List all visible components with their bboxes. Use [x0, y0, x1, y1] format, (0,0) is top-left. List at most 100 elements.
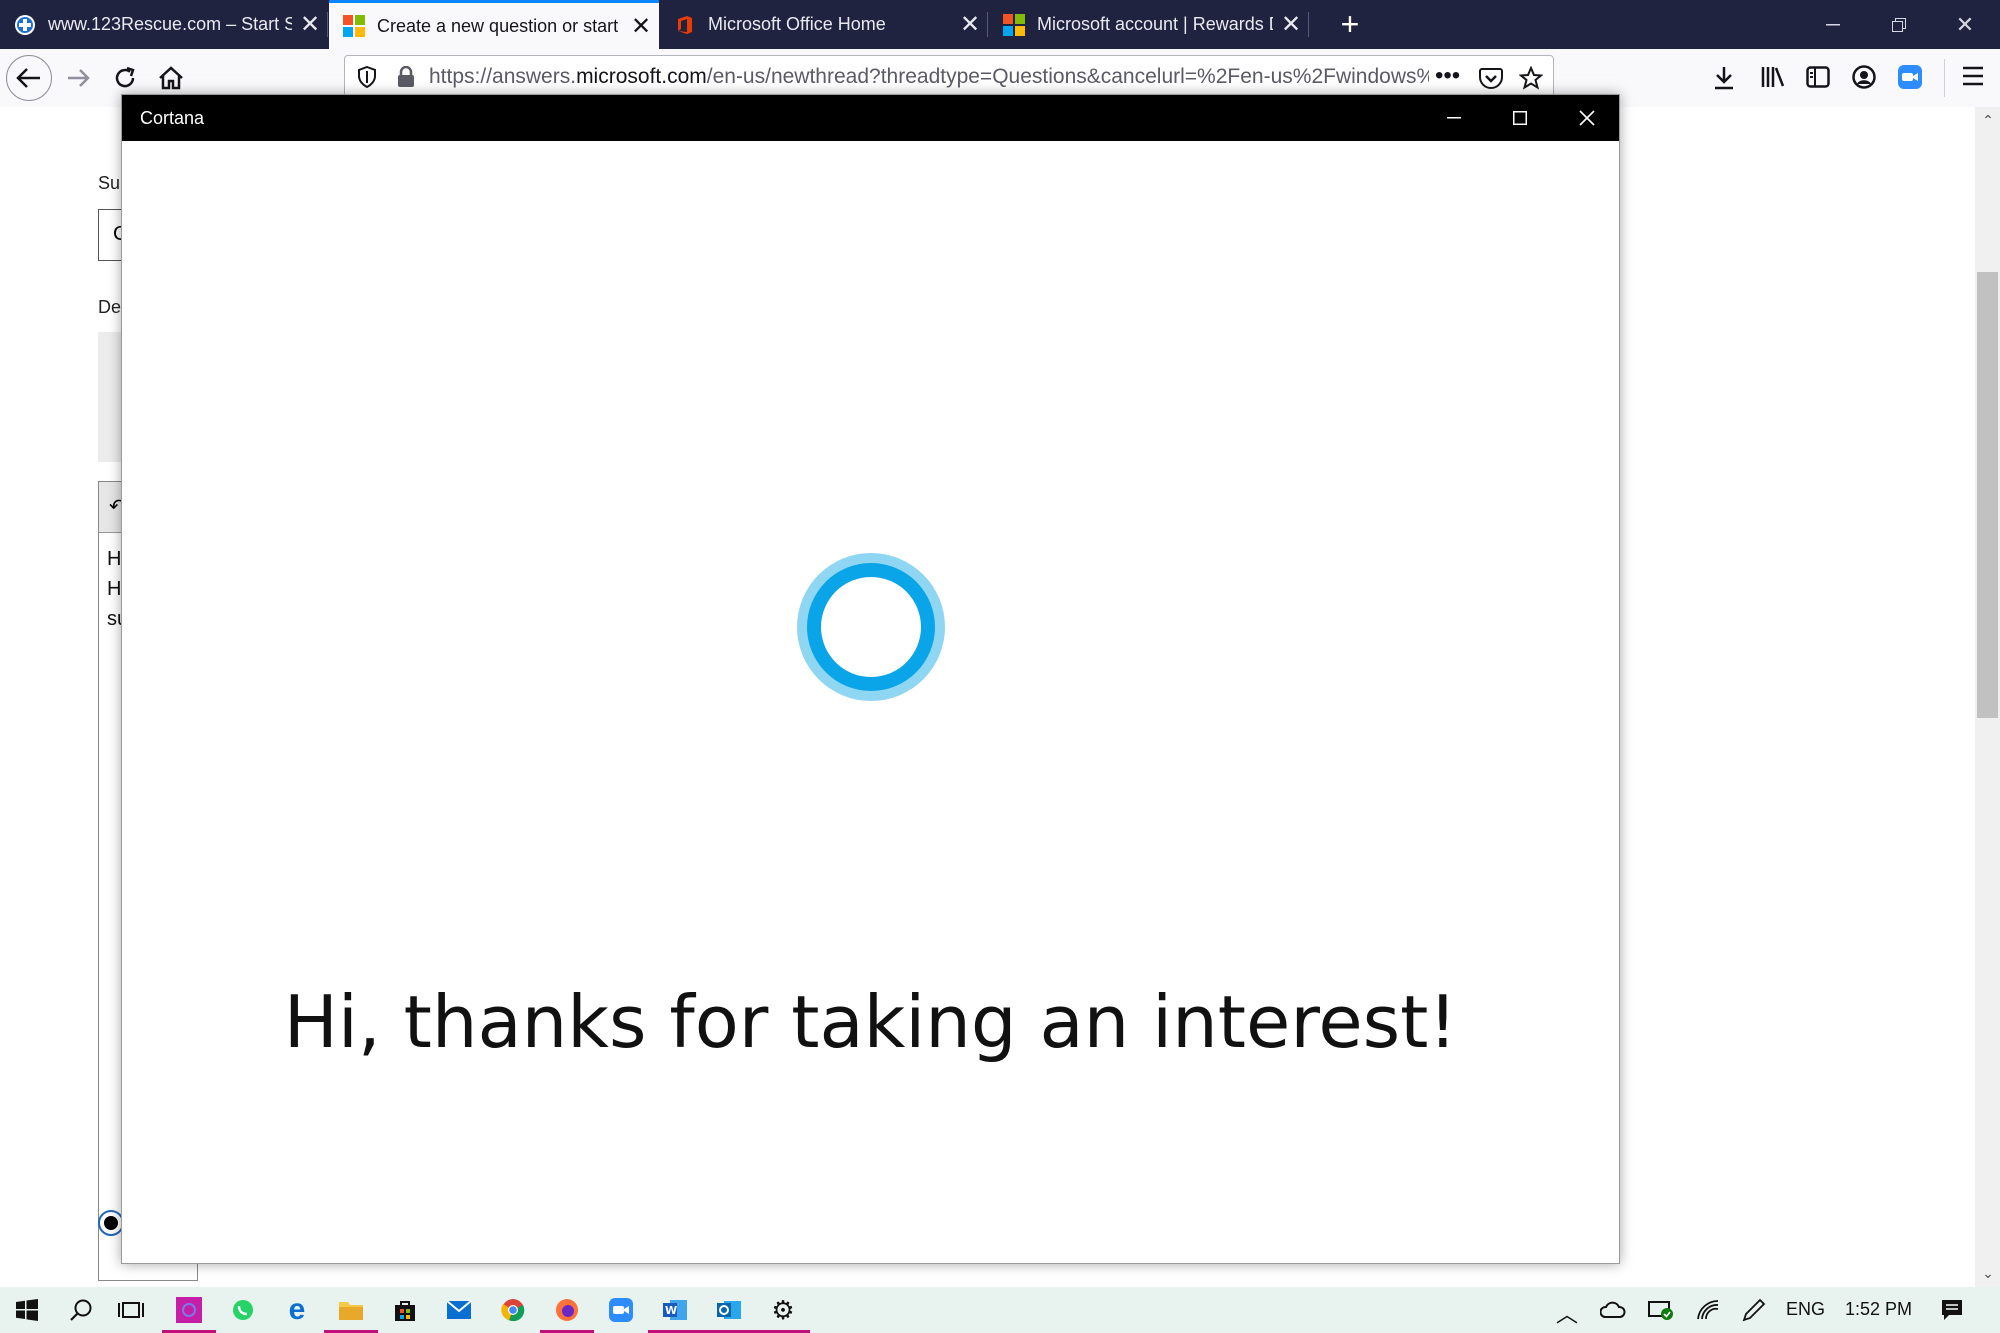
zoom-icon [609, 1298, 633, 1322]
svg-text:W: W [665, 1304, 677, 1317]
details-label: De [98, 297, 122, 317]
scroll-down-icon[interactable]: ⌄ [1978, 1265, 1998, 1282]
bookmark-star-icon[interactable] [1519, 66, 1543, 90]
cortana-title: Cortana [140, 108, 205, 128]
account-icon[interactable] [1852, 65, 1876, 89]
wifi-icon[interactable] [1696, 1299, 1720, 1321]
edge-icon: e [288, 1293, 306, 1326]
taskbar-store[interactable] [378, 1287, 432, 1333]
tab-separator [987, 12, 988, 37]
start-button[interactable] [0, 1287, 54, 1333]
task-view-button[interactable] [104, 1287, 158, 1333]
rescue-favicon-icon [15, 14, 35, 35]
taskbar-chrome[interactable] [486, 1287, 540, 1333]
outlook-icon [717, 1301, 741, 1319]
library-icon[interactable] [1760, 65, 1786, 89]
tab-ms-account-rewards[interactable]: Microsoft account | Rewards D ✕ [989, 0, 1309, 49]
show-hidden-icons-chevron-up-icon[interactable]: ︿ [1556, 1297, 1578, 1329]
forward-button[interactable] [56, 55, 102, 101]
page-actions-icon[interactable]: ••• [1435, 62, 1460, 90]
address-bar[interactable]: https://answers.microsoft.com/en-us/newt… [344, 55, 1554, 99]
toolbar-separator [1944, 59, 1945, 97]
browser-minimize-button[interactable] [1800, 0, 1866, 49]
microsoft-logo-icon [1003, 13, 1025, 36]
security-center-icon[interactable] [1648, 1299, 1674, 1321]
tab-close-icon[interactable]: ✕ [1273, 10, 1309, 39]
menu-hamburger-icon[interactable] [1962, 66, 1984, 86]
lock-icon[interactable] [397, 66, 415, 88]
cortana-title-bar[interactable]: Cortana [122, 95, 1619, 141]
taskbar-zoom[interactable] [594, 1287, 648, 1333]
word-icon: W [663, 1300, 687, 1320]
windows-logo-icon [16, 1299, 38, 1321]
clock[interactable]: 1:52 PM [1845, 1299, 1912, 1320]
folder-icon [339, 1302, 363, 1320]
pen-workspace-icon[interactable] [1740, 1298, 1766, 1322]
restore-icon [1892, 17, 1906, 32]
search-button[interactable] [54, 1287, 108, 1333]
tab-close-icon[interactable]: ✕ [292, 10, 328, 39]
pocket-icon[interactable] [1479, 67, 1503, 89]
onedrive-icon[interactable] [1600, 1299, 1626, 1321]
store-bag-icon [395, 1301, 415, 1321]
minimize-icon [1826, 23, 1840, 25]
cortana-ring-icon [797, 553, 945, 701]
taskbar-file-explorer[interactable] [324, 1287, 378, 1333]
minimize-icon [1447, 117, 1461, 119]
tab-label: Create a new question or start [377, 15, 619, 36]
taskbar-firefox[interactable] [540, 1287, 594, 1333]
browser-close-button[interactable]: ✕ [1932, 0, 1998, 49]
taskbar-mail[interactable] [432, 1287, 486, 1333]
close-icon [1579, 110, 1595, 126]
whatsapp-icon [233, 1300, 253, 1320]
browser-restore-button[interactable] [1866, 0, 1932, 49]
cortana-minimize-button[interactable] [1421, 95, 1487, 141]
gear-icon: ⚙ [771, 1294, 795, 1325]
new-tab-button[interactable]: + [1325, 0, 1375, 49]
tab-close-icon[interactable]: ✕ [623, 12, 659, 41]
plus-icon: + [1340, 6, 1360, 42]
task-view-icon [118, 1302, 144, 1318]
reload-icon [115, 66, 135, 88]
tab-create-question[interactable]: Create a new question or start ✕ [329, 0, 659, 49]
purple-app-icon [176, 1297, 202, 1323]
notifications-icon[interactable] [1940, 1298, 1964, 1322]
tab-label: www.123Rescue.com – Start Su [48, 14, 292, 34]
taskbar-app-pinned[interactable] [162, 1287, 216, 1333]
scrollbar-thumb[interactable] [1977, 272, 1998, 718]
firefox-icon [556, 1299, 578, 1321]
tab-123rescue[interactable]: www.123Rescue.com – Start Su ✕ [0, 0, 328, 49]
cortana-window: Cortana Hi, thanks for taking an interes… [121, 94, 1620, 1264]
taskbar-outlook[interactable] [702, 1287, 756, 1333]
zoom-extension-icon[interactable] [1898, 65, 1922, 89]
cortana-greeting: Hi, thanks for taking an interest! [283, 980, 1458, 1064]
tab-separator [1308, 12, 1309, 37]
office-logo-icon [678, 15, 692, 34]
home-icon [159, 66, 183, 90]
tab-close-icon[interactable]: ✕ [952, 10, 988, 39]
tab-label: Microsoft account | Rewards D [1037, 14, 1273, 34]
chrome-icon [501, 1299, 525, 1322]
back-arrow-icon [16, 68, 40, 88]
cortana-maximize-button[interactable] [1487, 95, 1553, 141]
language-indicator[interactable]: ENG [1786, 1299, 1825, 1320]
mail-icon [446, 1300, 472, 1319]
search-icon [70, 1299, 92, 1321]
microsoft-logo-icon [343, 15, 365, 37]
download-icon[interactable] [1712, 65, 1736, 91]
tab-office-home[interactable]: Microsoft Office Home ✕ [660, 0, 988, 49]
cortana-close-button[interactable] [1554, 95, 1620, 141]
tab-separator [327, 12, 328, 37]
browser-tab-strip: www.123Rescue.com – Start Su ✕ Create a … [0, 0, 2000, 49]
forward-arrow-icon [68, 69, 90, 87]
maximize-icon [1513, 111, 1527, 125]
sidebar-icon[interactable] [1806, 66, 1830, 88]
taskbar-whatsapp[interactable] [216, 1287, 270, 1333]
scroll-up-icon[interactable]: ⌃ [1978, 112, 1998, 129]
shield-icon[interactable] [357, 66, 377, 88]
taskbar-word[interactable]: W [648, 1287, 702, 1333]
back-button[interactable] [6, 55, 52, 101]
url-text: https://answers.microsoft.com/en-us/newt… [429, 65, 1429, 88]
taskbar-edge[interactable]: e [270, 1287, 324, 1333]
taskbar-settings[interactable]: ⚙ [756, 1287, 810, 1333]
